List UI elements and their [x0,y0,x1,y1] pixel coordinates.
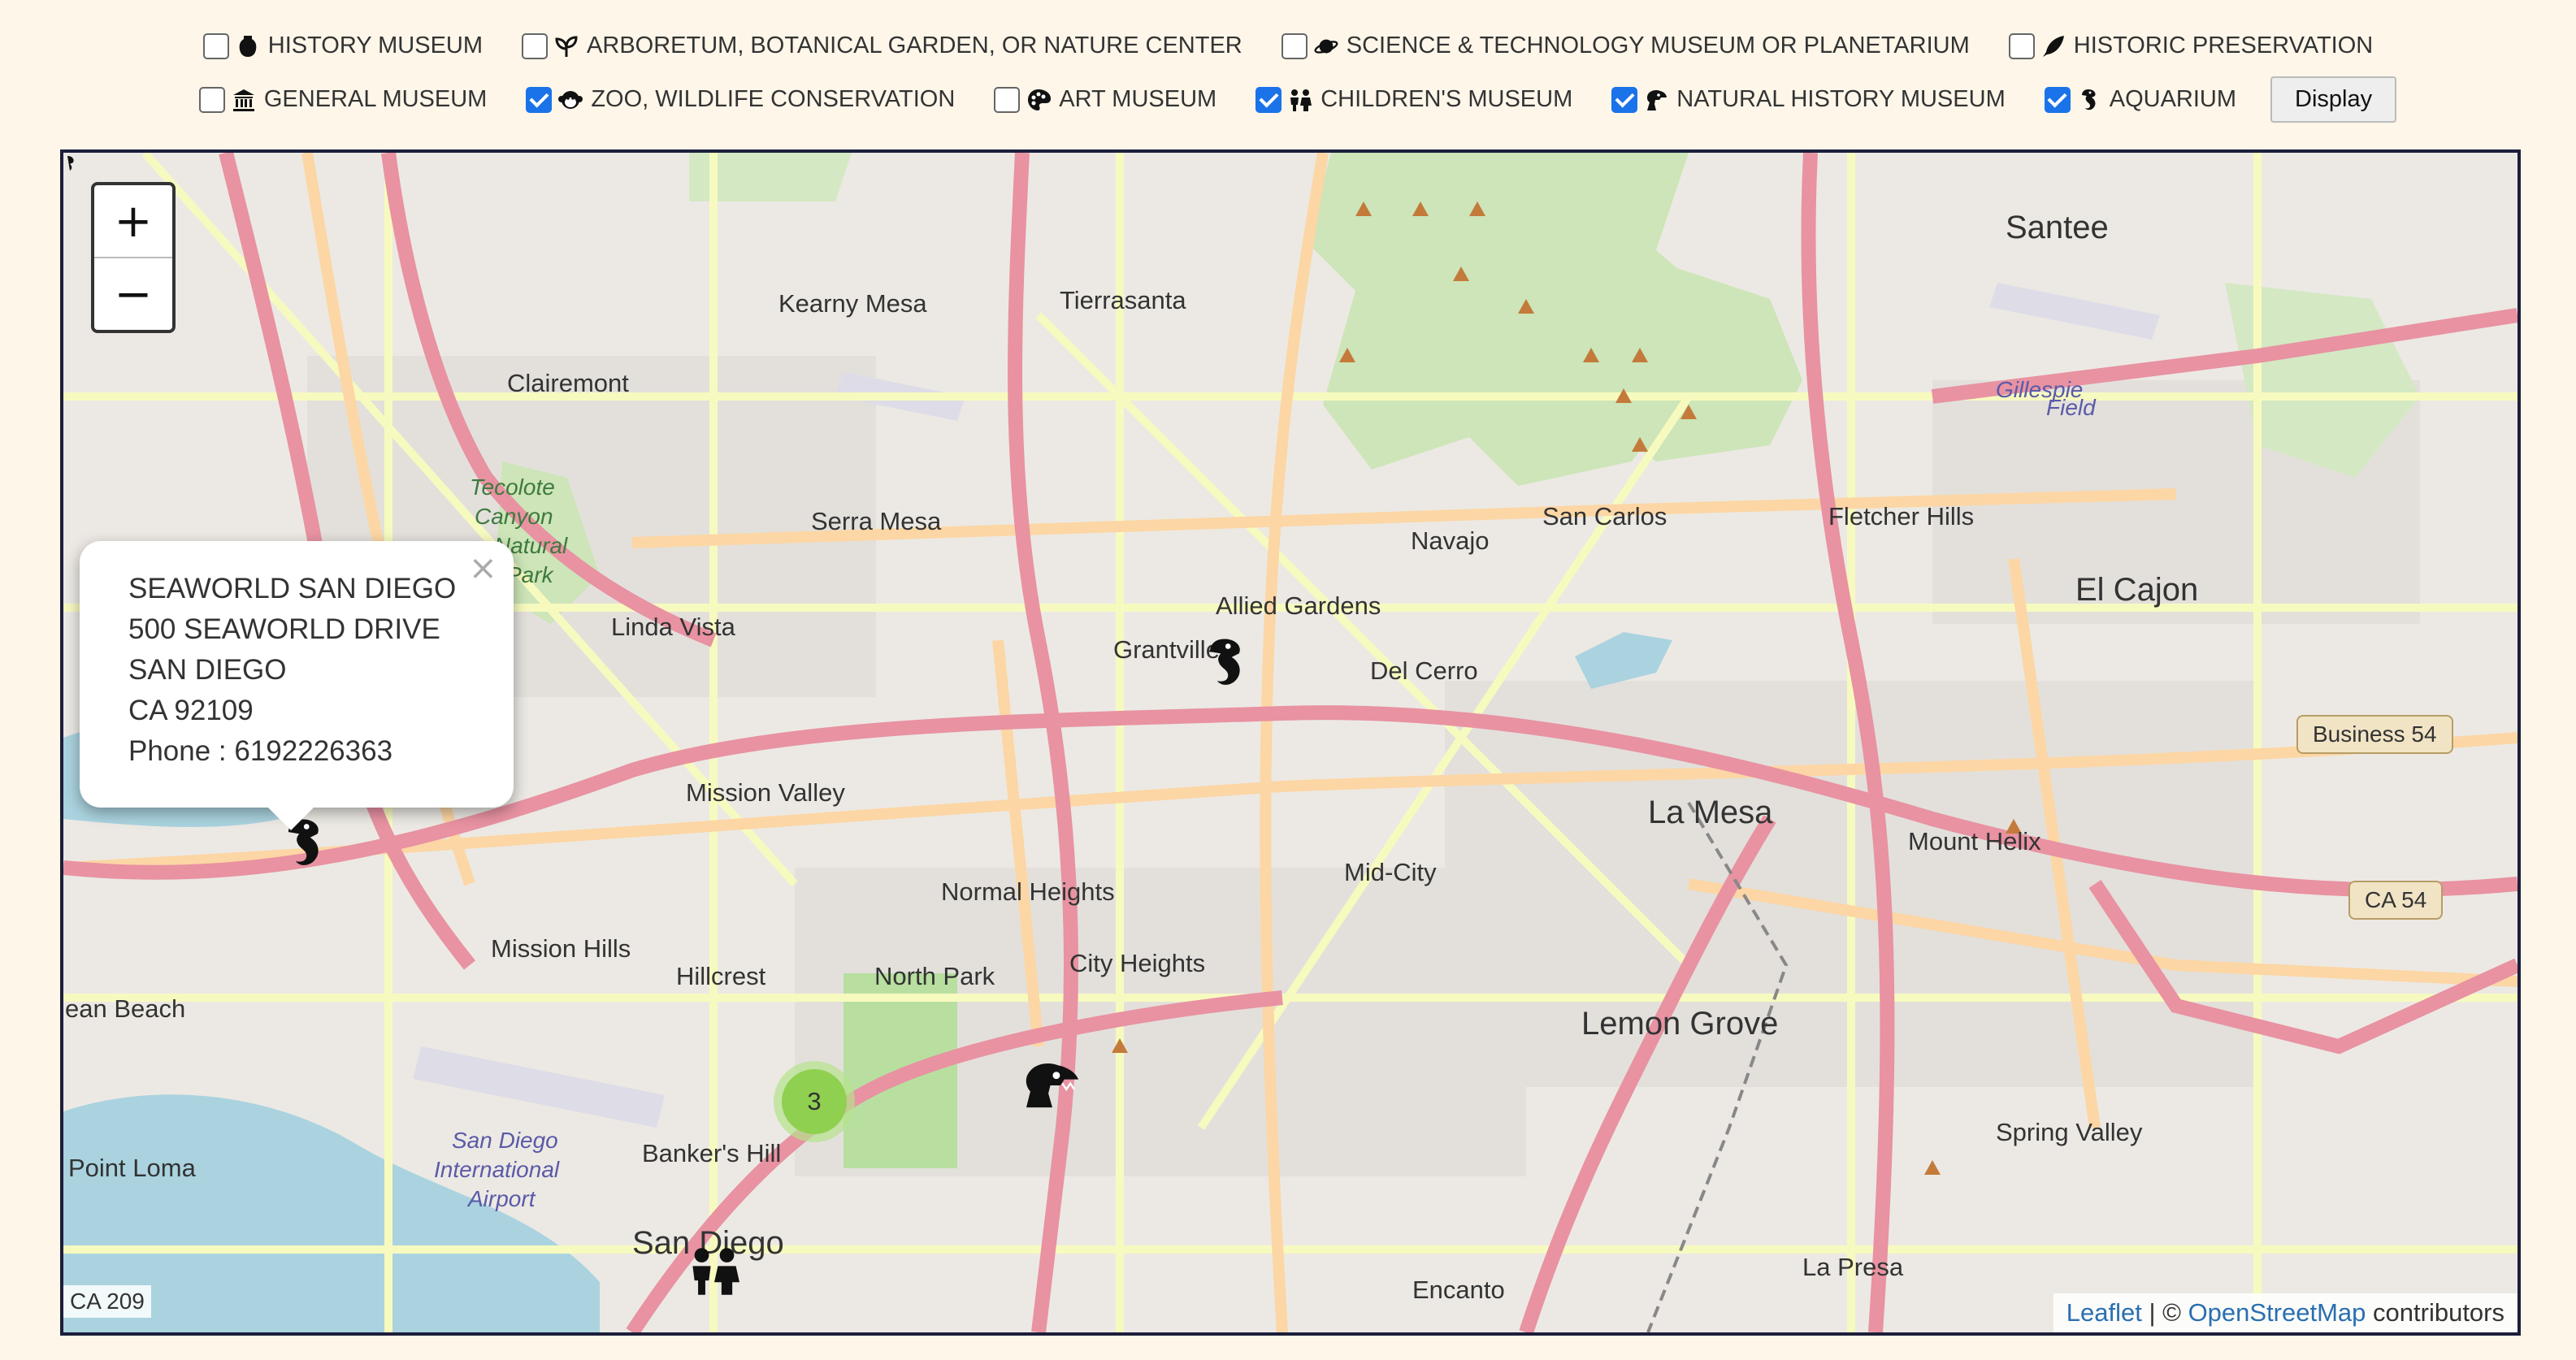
filter-general-museum[interactable]: General Museum [198,86,487,113]
zoo-checkbox[interactable] [526,86,553,113]
marker-cluster[interactable]: 3 [774,1061,855,1142]
filter-history-museum[interactable]: History Museum [202,32,483,59]
popup-state-zip: CA 92109 [128,695,254,726]
natural-history-marker[interactable] [1022,1059,1082,1115]
label-tecolote: Tecolote [470,474,555,500]
monkey-icon [558,88,583,112]
filter-arboretum[interactable]: Arboretum, Botanical Garden, or Nature C… [522,32,1242,59]
label-santee: Santee [2006,210,2109,245]
label-normal-heights: Normal Heights [941,877,1115,906]
label-point-loma: Point Loma [68,1154,196,1182]
shield-business-54: Business 54 [2296,715,2453,754]
filter-aquarium[interactable]: Aquarium [2044,86,2236,113]
filter-row-1: History Museum Arboretum, Botanical Gard… [0,32,2576,59]
label-del-cerro: Del Cerro [1370,656,1478,685]
palette-icon [1026,88,1052,112]
filter-science-museum[interactable]: Science & Technology Museum or Planetari… [1281,32,1970,59]
filter-row-2: General Museum Zoo, Wildlife Conservatio… [0,76,2576,123]
shield-ca-209: CA 209 [63,1285,151,1318]
label-mission-hills: Mission Hills [491,934,631,963]
leaf-icon [554,34,579,58]
label-navajo: Navajo [1411,526,1490,555]
label-la-presa: La Presa [1802,1253,1904,1281]
partial-marker[interactable] [63,153,80,184]
cluster-count: 3 [782,1069,847,1134]
label-international: International [434,1157,560,1182]
aquarium-checkbox[interactable] [2044,86,2071,113]
label-encanto: Encanto [1412,1276,1505,1304]
map-attribution: Leaflet | © OpenStreetMap contributors [2053,1293,2517,1332]
popup-close-button[interactable]: × [469,548,497,588]
label-airport-name: San Diego [452,1128,558,1153]
popup-phone: Phone : 6192226363 [128,735,393,767]
filter-art-museum[interactable]: Art Museum [994,86,1216,113]
label-clairemont: Clairemont [507,369,629,397]
childrens-museum-checkbox[interactable] [1255,86,1282,113]
children-icon [1288,88,1312,112]
historic-preservation-checkbox[interactable] [2008,32,2035,59]
popup-name: SEAWORLD SAN DIEGO [128,573,457,604]
filter-historic-preservation[interactable]: Historic Preservation [2008,32,2373,59]
art-museum-checkbox[interactable] [994,86,1021,113]
leaflet-link[interactable]: Leaflet [2066,1298,2142,1327]
label-field: Field [2046,395,2096,420]
label-kearny-mesa: Kearny Mesa [778,289,927,318]
zoom-control: + − [91,182,176,333]
zoom-out-button[interactable]: − [94,258,172,330]
shield-ca-54: CA 54 [2348,881,2444,920]
zoom-in-button[interactable]: + [94,185,172,258]
seahorse-icon [1209,639,1240,685]
general-museum-checkbox[interactable] [198,86,225,113]
label-mission-valley: Mission Valley [686,778,845,807]
label-tierrasanta: Tierrasanta [1060,286,1186,314]
label-canyon: Canyon [475,504,553,529]
label-hillcrest: Hillcrest [676,962,766,990]
label-mount-helix: Mount Helix [1908,827,2041,855]
display-button[interactable]: Display [2270,76,2397,123]
natural-history-checkbox[interactable] [1611,86,1638,113]
popup-city: SAN DIEGO [128,654,287,686]
label-fletcher-hills: Fletcher Hills [1828,502,1975,531]
filter-zoo[interactable]: Zoo, Wildlife Conservation [526,86,955,113]
label-mid-city: Mid-City [1344,858,1437,886]
dinosaur-icon [1644,88,1668,112]
museum-building-icon [232,88,256,112]
label-serra-mesa: Serra Mesa [811,507,942,535]
label-north-park: North Park [874,962,995,990]
label-spring-valley: Spring Valley [1996,1118,2143,1146]
aquarium-marker[interactable] [1203,635,1250,701]
label-city-heights: City Heights [1069,949,1206,977]
label-el-cajon: El Cajon [2075,572,2199,608]
label-bankers-hill: Banker's Hill [642,1139,782,1167]
dinosaur-icon [1026,1063,1078,1108]
category-filter-bar: History Museum Arboretum, Botanical Gard… [0,0,2576,146]
planet-icon [1314,34,1338,58]
label-airport: Airport [468,1186,536,1211]
childrens-museum-marker[interactable] [686,1246,743,1301]
seahorse-icon [67,156,74,171]
filter-natural-history-museum[interactable]: Natural History Museum [1611,86,2006,113]
science-museum-checkbox[interactable] [1281,32,1308,59]
label-la-mesa: La Mesa [1648,795,1773,830]
location-popup: × SEAWORLD SAN DIEGO 500 SEAWORLD DRIVE … [80,541,514,830]
popup-tip [267,806,315,830]
label-san-carlos: San Carlos [1542,502,1667,531]
history-museum-checkbox[interactable] [202,32,229,59]
vase-icon [236,34,260,58]
seahorse-icon [2077,88,2101,112]
label-lemon-grove: Lemon Grove [1581,1006,1779,1042]
label-allied-gardens: Allied Gardens [1216,591,1381,620]
arboretum-checkbox[interactable] [522,32,549,59]
label-ocean-beach: ean Beach [65,994,186,1023]
label-linda-vista: Linda Vista [611,613,735,641]
quill-icon [2041,34,2066,58]
map-container[interactable]: Kearny Mesa Tierrasanta Santee Clairemon… [60,149,2521,1336]
children-icon [692,1248,739,1295]
filter-childrens-museum[interactable]: Children's Museum [1255,86,1572,113]
openstreetmap-link[interactable]: OpenStreetMap [2188,1298,2366,1327]
popup-address: 500 SEAWORLD DRIVE [128,613,440,645]
